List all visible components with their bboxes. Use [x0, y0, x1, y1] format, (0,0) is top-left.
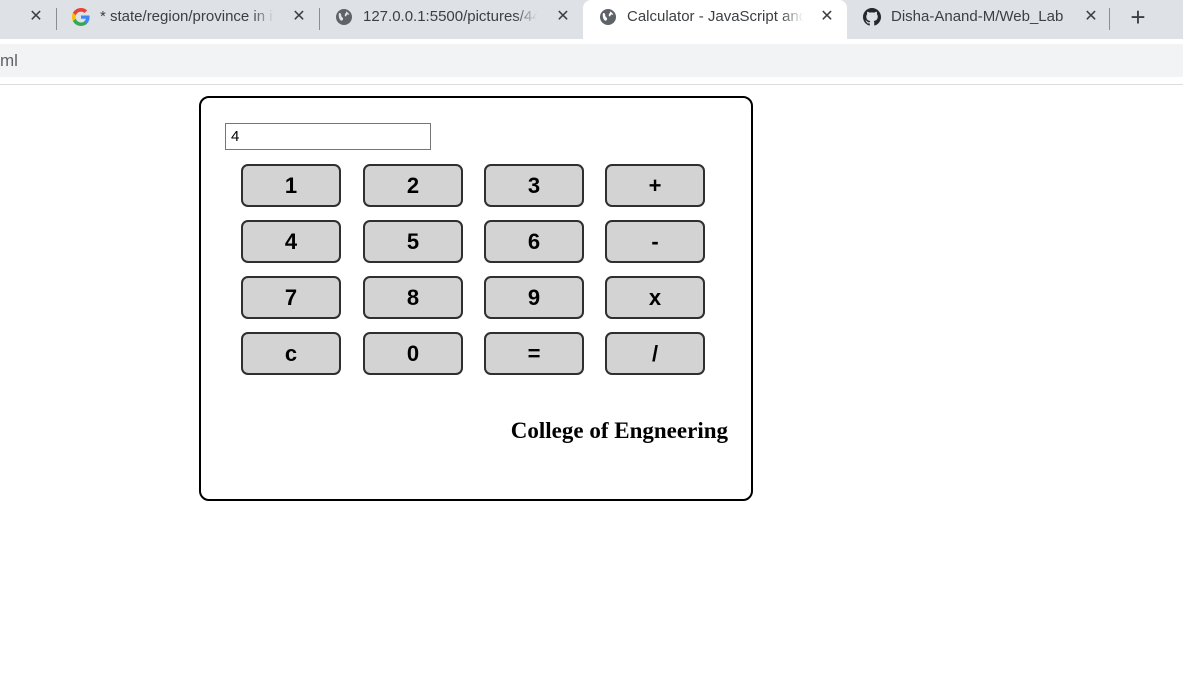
tab-title-fade — [781, 4, 809, 28]
key-3[interactable]: 3 — [484, 164, 584, 207]
close-tab-icon[interactable]: ✕ — [555, 9, 571, 25]
key-2[interactable]: 2 — [363, 164, 463, 207]
globe-icon — [335, 8, 353, 26]
key-4[interactable]: 4 — [241, 220, 341, 263]
tab-github-weblab[interactable]: Disha-Anand-M/Web_Lab ✕ — [847, 0, 1109, 34]
new-tab-button[interactable]: + — [1126, 4, 1150, 30]
github-icon — [863, 8, 881, 26]
key-divide[interactable]: / — [605, 332, 705, 375]
calculator-panel: 1 2 3 + 4 5 6 - 7 8 9 x c 0 = / College … — [199, 96, 753, 501]
tab-title-fade — [515, 4, 543, 28]
google-icon — [72, 8, 90, 26]
key-1[interactable]: 1 — [241, 164, 341, 207]
key-5[interactable]: 5 — [363, 220, 463, 263]
address-text: ml — [0, 51, 18, 70]
key-equals[interactable]: = — [484, 332, 584, 375]
address-bar[interactable]: ml — [0, 44, 1183, 77]
close-tab-icon[interactable]: ✕ — [291, 9, 307, 25]
close-tab-icon[interactable]: ✕ — [1083, 9, 1099, 25]
key-8[interactable]: 8 — [363, 276, 463, 319]
tab-title-fade — [252, 4, 280, 28]
tab-title: Disha-Anand-M/Web_Lab — [891, 8, 1064, 25]
key-6[interactable]: 6 — [484, 220, 584, 263]
key-plus[interactable]: + — [605, 164, 705, 207]
key-0[interactable]: 0 — [363, 332, 463, 375]
close-tab-icon[interactable]: ✕ — [28, 9, 44, 25]
tab-divider — [1109, 8, 1110, 30]
tab-calculator[interactable]: Calculator - JavaScript and H ✕ — [583, 0, 847, 39]
browser-toolbar: ml — [0, 39, 1183, 85]
tab-strip: ✕ * state/region/province in it ✕ 127.0.… — [0, 0, 1183, 39]
key-9[interactable]: 9 — [484, 276, 584, 319]
close-tab-icon[interactable]: ✕ — [819, 9, 835, 25]
college-label: College of Engneering — [510, 418, 728, 443]
key-clear[interactable]: c — [241, 332, 341, 375]
key-multiply[interactable]: x — [605, 276, 705, 319]
calculator-display[interactable] — [225, 123, 431, 150]
tab-google-search[interactable]: * state/region/province in it ✕ — [56, 0, 319, 34]
tab-localhost-pictures[interactable]: 127.0.0.1:5500/pictures/44_ ✕ — [319, 0, 582, 34]
key-7[interactable]: 7 — [241, 276, 341, 319]
tab-0[interactable]: ✕ — [0, 0, 56, 34]
globe-icon — [599, 8, 617, 26]
key-minus[interactable]: - — [605, 220, 705, 263]
